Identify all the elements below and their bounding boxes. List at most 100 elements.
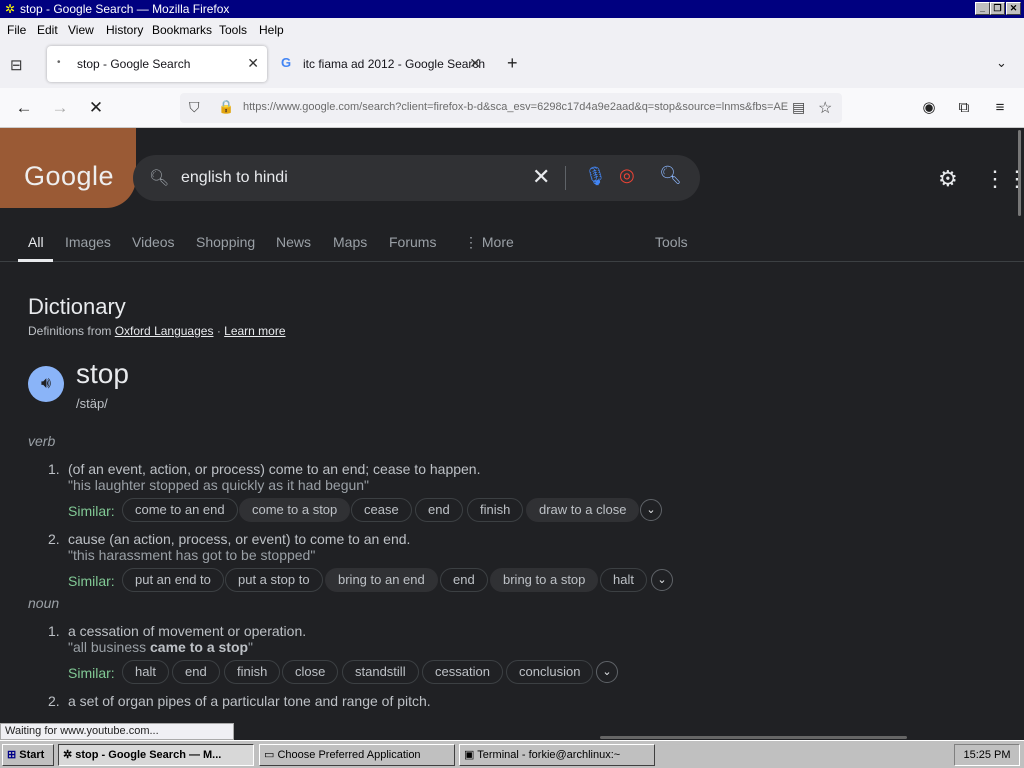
url-text[interactable]: https://www.google.com/search?client=fir… [243,101,788,113]
forward-arrow-icon[interactable]: → [48,96,72,120]
menu-file[interactable]: File [7,23,26,37]
example-text: "all business [68,639,151,655]
tab-images[interactable]: Images [65,234,111,250]
back-arrow-icon[interactable]: ← [12,96,36,120]
sense-number: 1. [48,623,60,639]
synonym-chip[interactable]: standstill [342,660,419,684]
search-icon: 🔍︎ [149,170,170,187]
tools-button[interactable]: Tools [655,234,688,250]
taskbar: ⊞ Start ✲ stop - Google Search — M... ▭ … [0,740,1024,768]
sense-number: 1. [48,461,60,477]
menu-tools[interactable]: Tools [219,23,247,37]
expand-chevron-icon[interactable]: ⌄ [596,661,618,683]
lens-camera-icon[interactable]: ◎ [619,165,635,186]
taskbar-item-choose-app[interactable]: ▭ Choose Preferred Application [259,744,455,766]
terminal-icon: ▣ [464,749,475,761]
tab-maps[interactable]: Maps [333,234,367,250]
google-favicon-icon: G [281,55,292,70]
synonym-chip[interactable]: come to an end [122,498,238,522]
windows-logo-icon: ⊞ [7,749,17,761]
firefox-view-icon[interactable]: ⊟ [10,56,23,74]
tab-forums[interactable]: Forums [389,234,436,250]
tab-strip: ⊟ • stop - Google Search ✕ G itc fiama a… [0,42,1024,88]
close-tab-icon[interactable]: ✕ [247,55,259,72]
logo-text: Google [24,161,115,191]
window-title: stop - Google Search — Mozilla Firefox [20,2,230,16]
synonym-chip[interactable]: close [282,660,339,684]
synonym-chip[interactable]: bring to a stop [490,568,599,592]
shield-icon[interactable]: ⛉ [189,99,200,116]
maximize-button[interactable]: ❐ [990,2,1005,15]
synonym-chip[interactable]: cessation [422,660,503,684]
account-icon[interactable]: ◉ [917,96,941,120]
gear-icon[interactable]: ⚙ [938,166,958,192]
menu-view[interactable]: View [68,23,94,37]
clear-icon[interactable]: ✕ [532,164,550,190]
menu-bookmarks[interactable]: Bookmarks [152,23,212,37]
oxford-languages-link[interactable]: Oxford Languages [115,324,214,338]
search-tabs: All Images Videos Shopping News Maps For… [0,232,1024,262]
tab-more[interactable]: ⋮ More [464,234,514,251]
tab-all[interactable]: All [28,234,44,250]
synonym-chip[interactable]: put an end to [122,568,224,592]
search-box[interactable]: 🔍︎ english to hindi ✕ 🎙︎ ◎ 🔍︎ [133,155,700,201]
menu-bar: File Edit View History Bookmarks Tools H… [0,18,1024,42]
sense-number: 2. [48,693,60,709]
loading-icon: • [57,57,61,68]
start-label: Start [19,749,45,761]
synonym-chip[interactable]: finish [467,498,524,522]
tab-label: itc fiama ad 2012 - Google Search [303,57,486,71]
synonym-chip[interactable]: come to a stop [239,498,351,522]
taskbar-item-terminal[interactable]: ▣ Terminal - forkie@archlinux:~ [459,744,655,766]
tab-itc-fiama[interactable]: G itc fiama ad 2012 - Google Search ✕ [271,46,491,82]
start-button[interactable]: ⊞ Start [2,744,54,766]
learn-more-link[interactable]: Learn more [224,324,285,338]
synonym-chip[interactable]: halt [122,660,169,684]
synonym-chip[interactable]: put a stop to [225,568,323,592]
close-tab-icon[interactable]: ✕ [469,55,481,72]
menu-edit[interactable]: Edit [37,23,58,37]
stop-loading-icon[interactable]: ✕ [84,96,108,120]
menu-history[interactable]: History [106,23,143,37]
close-window-button[interactable]: ✕ [1006,2,1021,15]
url-bar[interactable]: ⛉ 🔒 https://www.google.com/search?client… [180,93,842,123]
expand-chevron-icon[interactable]: ⌄ [651,569,673,591]
microphone-icon[interactable]: 🎙︎ [584,166,607,187]
hamburger-menu-icon[interactable]: ≡ [988,96,1012,120]
synonym-chip[interactable]: end [172,660,220,684]
new-tab-icon[interactable]: + [507,53,518,74]
minimize-button[interactable]: _ [975,2,990,15]
list-tabs-chevron-icon[interactable]: ⌄ [996,55,1007,71]
synonym-chip[interactable]: halt [600,568,647,592]
reader-view-icon[interactable]: ▤ [792,99,805,116]
bookmark-star-icon[interactable]: ☆ [818,98,832,118]
google-doodle-logo[interactable]: Google [0,128,136,208]
synonym-chip[interactable]: cease [351,498,412,522]
tab-stop-google-search[interactable]: • stop - Google Search ✕ [47,46,267,82]
search-input[interactable]: english to hindi [181,169,288,187]
definition: a cessation of movement or operation. [68,623,307,639]
synonym-chip[interactable]: draw to a close [526,498,640,522]
scrollbar-thumb[interactable] [1018,130,1021,216]
pronounce-speaker-icon[interactable]: 🔊︎ [28,366,64,402]
taskbar-item-label: stop - Google Search — M... [75,749,222,761]
synonym-chip[interactable]: end [440,568,488,592]
search-submit-icon[interactable]: 🔍︎ [659,165,682,186]
synonym-chip[interactable]: conclusion [506,660,594,684]
synonym-chip[interactable]: end [415,498,463,522]
synonym-chip[interactable]: finish [224,660,281,684]
taskbar-item-label: Choose Preferred Application [277,749,421,761]
tab-shopping[interactable]: Shopping [196,234,255,250]
horizontal-scrollbar[interactable] [600,736,907,739]
part-of-speech-verb: verb [28,433,56,449]
divider [565,166,566,190]
dictionary-title: Dictionary [28,294,126,319]
taskbar-item-firefox[interactable]: ✲ stop - Google Search — M... [58,744,254,766]
extensions-icon[interactable]: ⧉ [952,96,976,120]
lock-icon[interactable]: 🔒 [218,99,234,115]
menu-help[interactable]: Help [259,23,284,37]
synonym-chip[interactable]: bring to an end [325,568,438,592]
tab-news[interactable]: News [276,234,311,250]
expand-chevron-icon[interactable]: ⌄ [640,499,662,521]
tab-videos[interactable]: Videos [132,234,175,250]
